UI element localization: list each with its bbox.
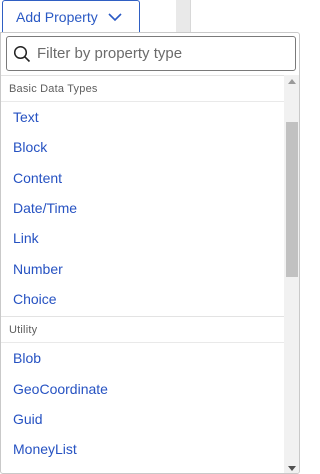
scrollbar-thumb[interactable] [286, 122, 298, 277]
list-item-content[interactable]: Content [1, 163, 284, 193]
property-type-list: Basic Data Types Text Block Content Date… [1, 75, 284, 473]
list-item-choice[interactable]: Choice [1, 284, 284, 314]
group-header-utility: Utility [1, 316, 284, 344]
filter-search-input[interactable] [37, 45, 277, 62]
list-item-blob[interactable]: Blob [1, 343, 284, 373]
list-item-number[interactable]: Number [1, 253, 284, 283]
scroll-down-arrow-icon[interactable] [288, 466, 296, 471]
add-property-label: Add Property [16, 9, 98, 25]
list-item-moneylist[interactable]: MoneyList [1, 434, 284, 464]
list-item-geocoordinate[interactable]: GeoCoordinate [1, 373, 284, 403]
scroll-up-arrow-icon[interactable] [288, 79, 296, 84]
background-panel [176, 0, 190, 34]
add-property-button[interactable]: Add Property [2, 0, 140, 33]
search-icon [7, 45, 37, 63]
list-item-block[interactable]: Block [1, 132, 284, 162]
chevron-down-icon [108, 12, 122, 22]
filter-search-box[interactable] [6, 36, 296, 71]
group-header-basic-data-types: Basic Data Types [1, 75, 284, 102]
property-type-dropdown: Basic Data Types Text Block Content Date… [0, 32, 300, 474]
vertical-scrollbar[interactable] [284, 75, 299, 473]
background-divider [190, 0, 191, 34]
list-item-date-time[interactable]: Date/Time [1, 193, 284, 223]
list-item-text[interactable]: Text [1, 102, 284, 132]
list-item-link[interactable]: Link [1, 223, 284, 253]
list-item-guid[interactable]: Guid [1, 404, 284, 434]
